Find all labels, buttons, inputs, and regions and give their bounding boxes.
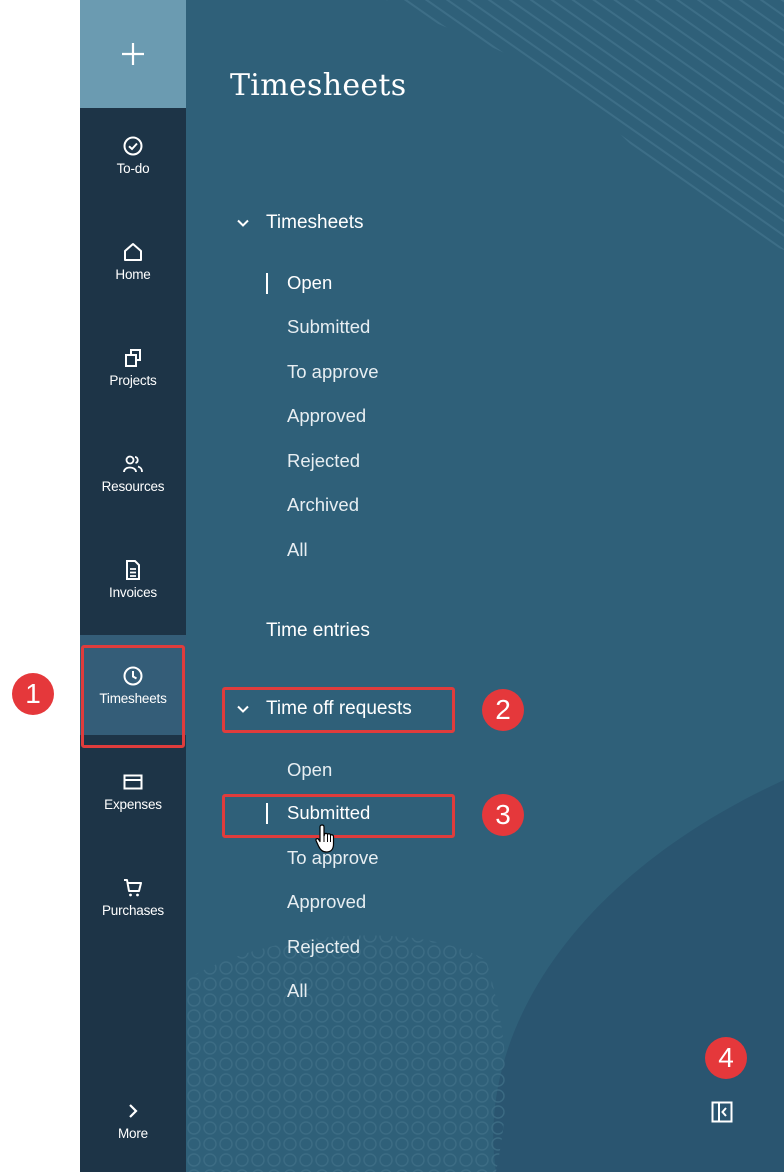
rail-item-invoices[interactable]: Invoices: [80, 529, 186, 629]
nav-item-submitted[interactable]: Submitted: [287, 314, 370, 340]
create-button[interactable]: [80, 0, 186, 108]
nav-item-label: Open: [287, 272, 333, 293]
rail-item-projects[interactable]: Projects: [80, 317, 186, 417]
people-icon: [123, 455, 143, 472]
hand-cursor-icon: [315, 824, 335, 853]
timeoff-item-rejected[interactable]: Rejected: [287, 934, 360, 960]
nav-item-archived[interactable]: Archived: [287, 492, 359, 518]
rail-more-button[interactable]: More: [80, 1070, 186, 1170]
rail-item-to-do[interactable]: To-do: [80, 105, 186, 205]
rail-item-resources[interactable]: Resources: [80, 423, 186, 523]
rail-item-home[interactable]: Home: [80, 211, 186, 311]
card-icon: [123, 774, 143, 789]
nav-item-to-approve[interactable]: To approve: [287, 359, 379, 385]
rail-item-label: Purchases: [102, 902, 164, 918]
highlight-time-off-requests: [222, 687, 455, 733]
nav-item-rejected[interactable]: Rejected: [287, 448, 360, 474]
step-badge-4: 4: [705, 1037, 747, 1079]
side-rail: To-do Home Projects Resources Invoices T…: [80, 0, 186, 1172]
highlight-timesheets-rail: [81, 645, 185, 748]
navigation-panel: Timesheets Timesheets Open Submitted To …: [186, 0, 784, 1172]
nav-item-all[interactable]: All: [287, 537, 308, 563]
rail-item-label: Expenses: [104, 796, 162, 812]
step-badge-2: 2: [482, 689, 524, 731]
timesheets-section-toggle[interactable]: Timesheets: [236, 207, 364, 239]
timeoff-item-approved[interactable]: Approved: [287, 889, 366, 915]
document-icon: [126, 559, 140, 580]
rail-item-expenses[interactable]: Expenses: [80, 741, 186, 841]
plus-icon: [122, 43, 144, 65]
chevron-right-icon: [129, 1103, 138, 1118]
timeoff-item-all[interactable]: All: [287, 978, 308, 1004]
step-badge-1: 1: [12, 673, 54, 715]
decorative-background: [186, 0, 784, 1172]
time-entries-link[interactable]: Time entries: [266, 620, 370, 642]
selection-indicator: [266, 273, 268, 294]
rail-item-label: Projects: [109, 372, 157, 388]
step-badge-3: 3: [482, 794, 524, 836]
rail-more-label: More: [118, 1125, 148, 1141]
home-icon: [124, 242, 142, 261]
collapse-panel-icon[interactable]: [710, 1100, 734, 1124]
nav-item-approved[interactable]: Approved: [287, 403, 366, 429]
section-label: Timesheets: [266, 212, 364, 233]
rail-item-label: Home: [115, 266, 151, 282]
nav-item-open[interactable]: Open: [266, 270, 333, 296]
projects-icon: [125, 348, 141, 367]
check-circle-icon: [123, 136, 143, 155]
rail-item-label: Invoices: [109, 584, 157, 600]
rail-item-purchases[interactable]: Purchases: [80, 847, 186, 947]
page-title: Timesheets: [230, 68, 407, 103]
cart-icon: [124, 878, 142, 896]
timeoff-item-open[interactable]: Open: [287, 757, 332, 783]
rail-item-label: To-do: [116, 160, 150, 176]
rail-item-label: Resources: [101, 478, 165, 494]
chevron-down-icon: [237, 219, 249, 227]
